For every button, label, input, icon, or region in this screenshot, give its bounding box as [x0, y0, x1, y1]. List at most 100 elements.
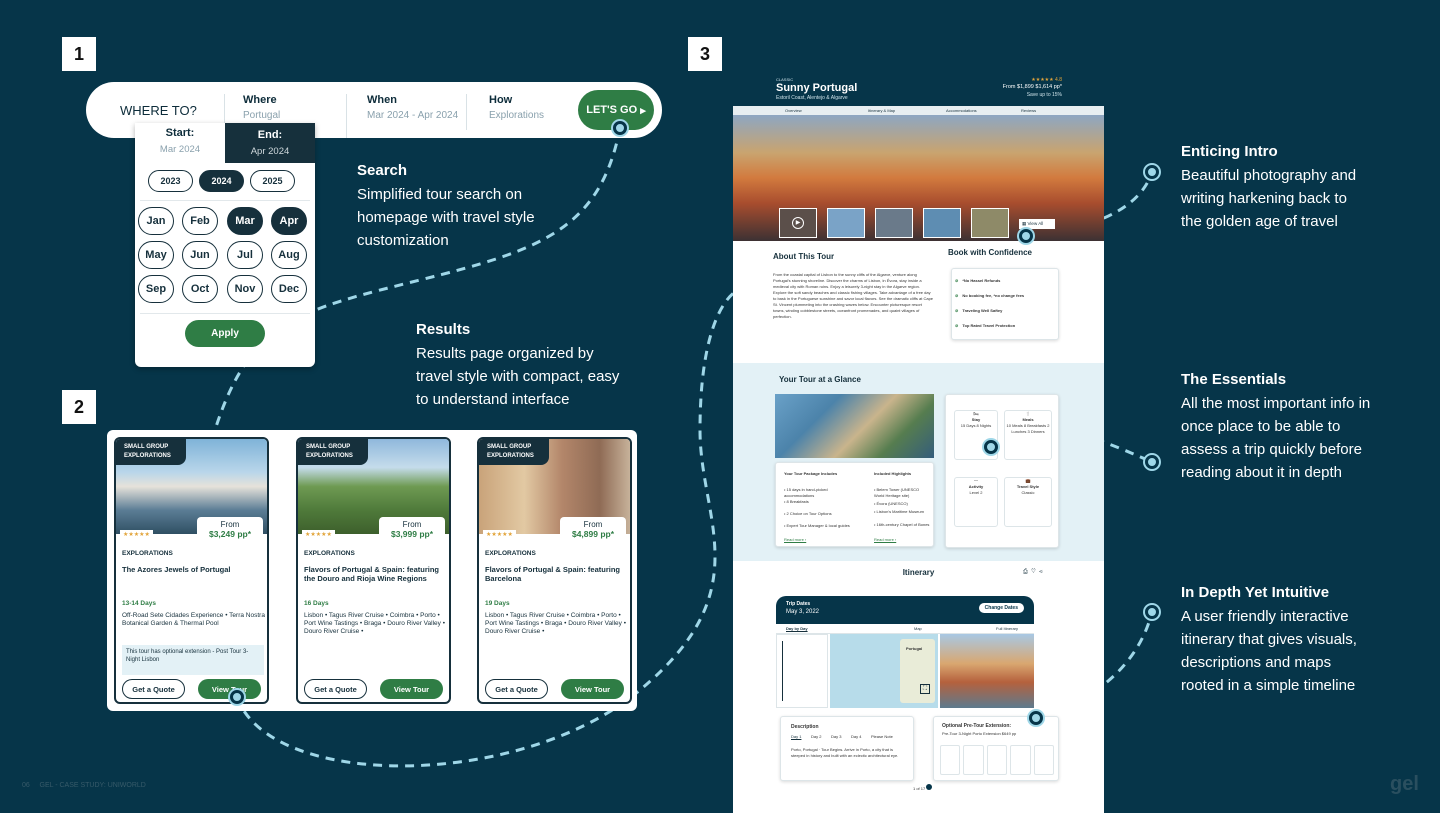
day-tab[interactable]: Day 3: [831, 734, 841, 740]
tour-card[interactable]: SMALL GROUP EXPLORATIONS ★★★★★ From $3,24…: [114, 437, 269, 704]
day-tab[interactable]: Day 2: [811, 734, 821, 740]
when-field[interactable]: When Mar 2024 - Apr 2024: [346, 94, 466, 138]
day-tab[interactable]: Day 4: [851, 734, 861, 740]
year-2023[interactable]: 2023: [148, 170, 193, 192]
gallery-thumb[interactable]: [971, 208, 1009, 238]
step-2-badge: 2: [62, 390, 96, 424]
view-all-button[interactable]: ▦ View All: [1019, 219, 1055, 229]
tab-map[interactable]: Map: [914, 626, 922, 631]
month-dec[interactable]: Dec: [271, 275, 307, 303]
tour-detail-page: CLASSIC Sunny Portugal Estoril Coast, Al…: [733, 76, 1104, 813]
marker-dot: [230, 690, 244, 704]
package-card: Your Tour Package Includes • 15 days in …: [775, 462, 934, 547]
marker-dot: [1029, 711, 1043, 725]
month-jul[interactable]: Jul: [227, 241, 263, 269]
get-quote-button[interactable]: Get a Quote: [304, 679, 367, 699]
tour-tabs: Overview Itinerary & Map Accommodations …: [733, 106, 1104, 115]
view-tour-button[interactable]: View Tour: [380, 679, 443, 699]
get-quote-button[interactable]: Get a Quote: [122, 679, 185, 699]
itinerary-title: Itinerary: [902, 568, 935, 577]
heart-icon[interactable]: ♡: [1031, 569, 1036, 575]
gallery-thumb[interactable]: [827, 208, 865, 238]
book-title: Book with Confidence: [948, 248, 1032, 257]
month-sep[interactable]: Sep: [138, 275, 174, 303]
tour-card[interactable]: SMALL GROUP EXPLORATIONS ★★★★★ From $3,99…: [296, 437, 451, 704]
rating-stars: ★★★★★: [120, 530, 153, 539]
read-more-link[interactable]: Read more ›: [784, 537, 806, 543]
tour-card[interactable]: SMALL GROUP EXPLORATIONS ★★★★★ From $4,89…: [477, 437, 632, 704]
about-text: From the coastal capital of Lisbon to th…: [773, 272, 934, 319]
trip-dates-bar: Trip Dates May 3, 2022 Change Dates: [776, 596, 1034, 624]
month-may[interactable]: May: [138, 241, 174, 269]
play-icon[interactable]: ▶: [792, 217, 804, 229]
glance-title: Your Tour at a Glance: [779, 375, 861, 384]
how-field[interactable]: How Explorations: [466, 94, 544, 130]
tour-duration: 13-14 Days: [122, 600, 156, 607]
tour-title: Sunny Portugal: [776, 82, 858, 94]
month-feb[interactable]: Feb: [182, 207, 218, 235]
year-2024[interactable]: 2024: [199, 170, 244, 192]
tour-name: The Azores Jewels of Portugal: [122, 565, 231, 574]
end-tab[interactable]: End: Apr 2024: [225, 123, 315, 163]
gallery-thumb[interactable]: ▶: [779, 208, 817, 238]
view-tour-button[interactable]: View Tour: [561, 679, 624, 699]
gallery-thumb[interactable]: [875, 208, 913, 238]
tour-card-tag: SMALL GROUP EXPLORATIONS: [116, 439, 186, 465]
marker-dot: [1145, 455, 1159, 469]
results-panel: SMALL GROUP EXPLORATIONS ★★★★★ From $3,24…: [107, 430, 637, 711]
day-tab[interactable]: Day 1: [791, 734, 801, 740]
month-oct[interactable]: Oct: [182, 275, 218, 303]
month-apr[interactable]: Apr: [271, 207, 307, 235]
expand-icon[interactable]: ⛶: [920, 684, 930, 694]
about-title: About This Tour: [773, 252, 835, 261]
stats-card: 🛏 Stay 15 Days 8 Nights 🍴 Meals 10 Meals 8 B…: [945, 394, 1059, 548]
tab-overview[interactable]: Overview: [785, 108, 802, 113]
tour-route: Lisbon • Tagus River Cruise • Coimbra • …: [304, 612, 445, 635]
marker-dot: [1145, 165, 1159, 179]
footer-caption: 06 GEL - CASE STUDY: UNIWORLD: [22, 782, 146, 789]
year-2025[interactable]: 2025: [250, 170, 295, 192]
price-box: From $3,249 pp*: [197, 517, 263, 545]
month-aug[interactable]: Aug: [271, 241, 307, 269]
results-note: Results Results page organized by travel…: [416, 321, 620, 408]
tour-route: Off-Road Sete Cidades Experience • Terra…: [122, 612, 265, 627]
read-more-link[interactable]: Read more ›: [874, 537, 896, 543]
tab-day-by-day[interactable]: Day by Day: [786, 626, 808, 631]
month-nov[interactable]: Nov: [227, 275, 263, 303]
tour-card-tag: SMALL GROUP EXPLORATIONS: [479, 439, 549, 465]
get-quote-button[interactable]: Get a Quote: [485, 679, 548, 699]
month-jun[interactable]: Jun: [182, 241, 218, 269]
tour-price: From $1,899 $1,614 pp*: [1002, 84, 1062, 90]
day-tab[interactable]: Please Note: [871, 734, 893, 740]
price-box: From $3,999 pp*: [379, 517, 445, 545]
marker-dot: [1145, 605, 1159, 619]
month-mar[interactable]: Mar: [227, 207, 263, 235]
tour-header: CLASSIC Sunny Portugal Estoril Coast, Al…: [733, 76, 1104, 106]
tour-duration: 19 Days: [485, 600, 510, 607]
apply-button[interactable]: Apply: [185, 320, 265, 347]
change-dates-button[interactable]: Change Dates: [978, 603, 1024, 613]
day-timeline[interactable]: [776, 634, 828, 708]
price-box: From $4,899 pp*: [560, 517, 626, 545]
tab-itinerary-map[interactable]: Itinerary & Map: [868, 108, 895, 113]
search-note: Search Simplified tour search on homepag…: [357, 162, 535, 249]
itinerary-actions: ⎙ ♡ ⋖: [1023, 569, 1043, 576]
share-icon[interactable]: ⋖: [1039, 569, 1042, 575]
step-3-badge: 3: [688, 37, 722, 71]
tour-route: Lisbon • Tagus River Cruise • Coimbra • …: [485, 612, 626, 635]
brand-logo: gel: [1390, 773, 1419, 795]
tour-duration: 16 Days: [304, 600, 329, 607]
month-jan[interactable]: Jan: [138, 207, 174, 235]
gallery-thumb[interactable]: [923, 208, 961, 238]
pager[interactable]: 1 of 17: [913, 784, 933, 792]
start-tab[interactable]: Start: Mar 2024: [135, 123, 225, 163]
itinerary-map[interactable]: Portugal ⛶: [830, 634, 938, 708]
glance-image: [775, 394, 934, 458]
tab-full-itinerary[interactable]: Full Itinerary: [996, 626, 1018, 631]
tab-reviews[interactable]: Reviews: [1021, 108, 1036, 113]
tab-accommodations[interactable]: Accommodations: [946, 108, 977, 113]
print-icon[interactable]: ⎙: [1023, 569, 1028, 575]
essentials-note: The Essentials All the most important in…: [1181, 371, 1371, 481]
stat-activity: 〰 Activity Level 2: [954, 477, 998, 527]
book-confidence-card: ⊘ *No Hassel Refunds ⊘ No booking fee, *no…: [951, 268, 1059, 340]
